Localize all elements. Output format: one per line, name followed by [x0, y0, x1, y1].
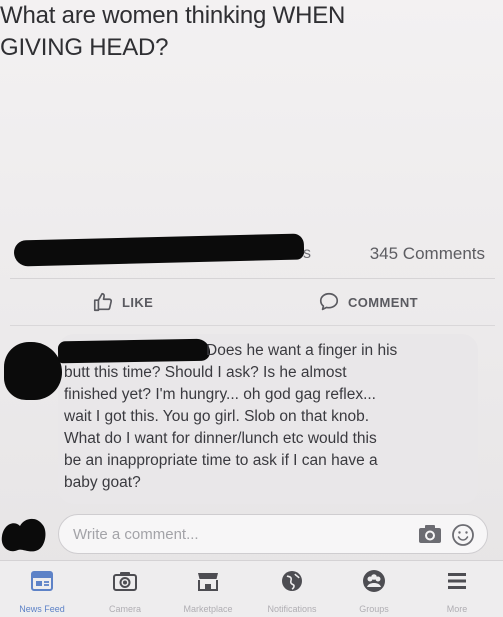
tab-label: Groups: [359, 604, 389, 614]
post-text: What are women thinking WHEN GIVING HEAD…: [0, 0, 470, 64]
tab-marketplace[interactable]: Marketplace: [168, 567, 248, 615]
bottom-tab-bar: News Feed Camera Marketplace Notificatio…: [0, 560, 503, 617]
comment-composer: [58, 514, 488, 554]
speech-bubble-icon: [319, 292, 339, 311]
redacted-reactions: [13, 233, 305, 267]
tab-more[interactable]: More: [417, 567, 497, 615]
comments-count-link[interactable]: 345 Comments: [370, 244, 485, 264]
divider: [10, 278, 495, 279]
camera-icon: [113, 572, 137, 591]
post-text-line: GIVING HEAD?: [0, 34, 169, 61]
comment-text: Does he want a finger in his butt this t…: [64, 340, 474, 494]
tab-camera[interactable]: Camera: [85, 567, 165, 615]
comment-text-line: Does he want a finger in his: [206, 342, 398, 359]
tab-label: More: [446, 604, 468, 614]
write-comment-input[interactable]: [73, 523, 393, 545]
news-feed-icon: [31, 571, 53, 591]
groups-icon: [363, 570, 385, 592]
marketplace-icon: [198, 573, 218, 591]
emoji-icon[interactable]: [451, 523, 475, 547]
redacted-avatar: [4, 342, 62, 400]
tab-label: Marketplace: [183, 604, 233, 614]
camera-icon[interactable]: [417, 523, 443, 545]
redacted-self-avatar: [1, 518, 46, 552]
post-stats-row: s 345 Comments: [0, 232, 503, 272]
comment-text-line: What do I want for dinner/lunch etc woul…: [64, 430, 377, 447]
comment-text-line: be an inappropriate time to ask if I can…: [64, 452, 378, 469]
thumbs-up-icon: [93, 292, 113, 312]
post-text-line: What are women thinking WHEN: [0, 2, 346, 29]
tab-label: Notifications: [267, 604, 317, 614]
globe-icon: [282, 571, 302, 591]
post-actions-row: LIKE COMMENT: [0, 283, 503, 323]
tab-news-feed[interactable]: News Feed: [2, 567, 82, 615]
tab-label: Camera: [108, 604, 141, 614]
divider: [10, 325, 495, 326]
comment-text-line: finished yet? I'm hungry... oh god gag r…: [64, 386, 376, 403]
comment-text-line: butt this time? Should I ask? Is he almo…: [64, 364, 347, 381]
tab-groups[interactable]: Groups: [334, 567, 414, 615]
menu-icon: [448, 573, 466, 589]
like-label: LIKE: [122, 294, 154, 310]
tab-label: News Feed: [19, 604, 65, 614]
comment-text-line: wait I got this. You go girl. Slob on th…: [64, 408, 370, 425]
comment-label: COMMENT: [348, 294, 418, 310]
reactions-suffix: s: [303, 245, 311, 262]
like-button[interactable]: LIKE: [92, 289, 153, 315]
facebook-post-screen: What are women thinking WHEN GIVING HEAD…: [0, 0, 503, 617]
tab-notifications[interactable]: Notifications: [252, 567, 332, 615]
comment-button[interactable]: COMMENT: [318, 289, 418, 315]
comment-item: Does he want a finger in his butt this t…: [0, 330, 503, 510]
comment-text-line: baby goat?: [64, 474, 141, 491]
